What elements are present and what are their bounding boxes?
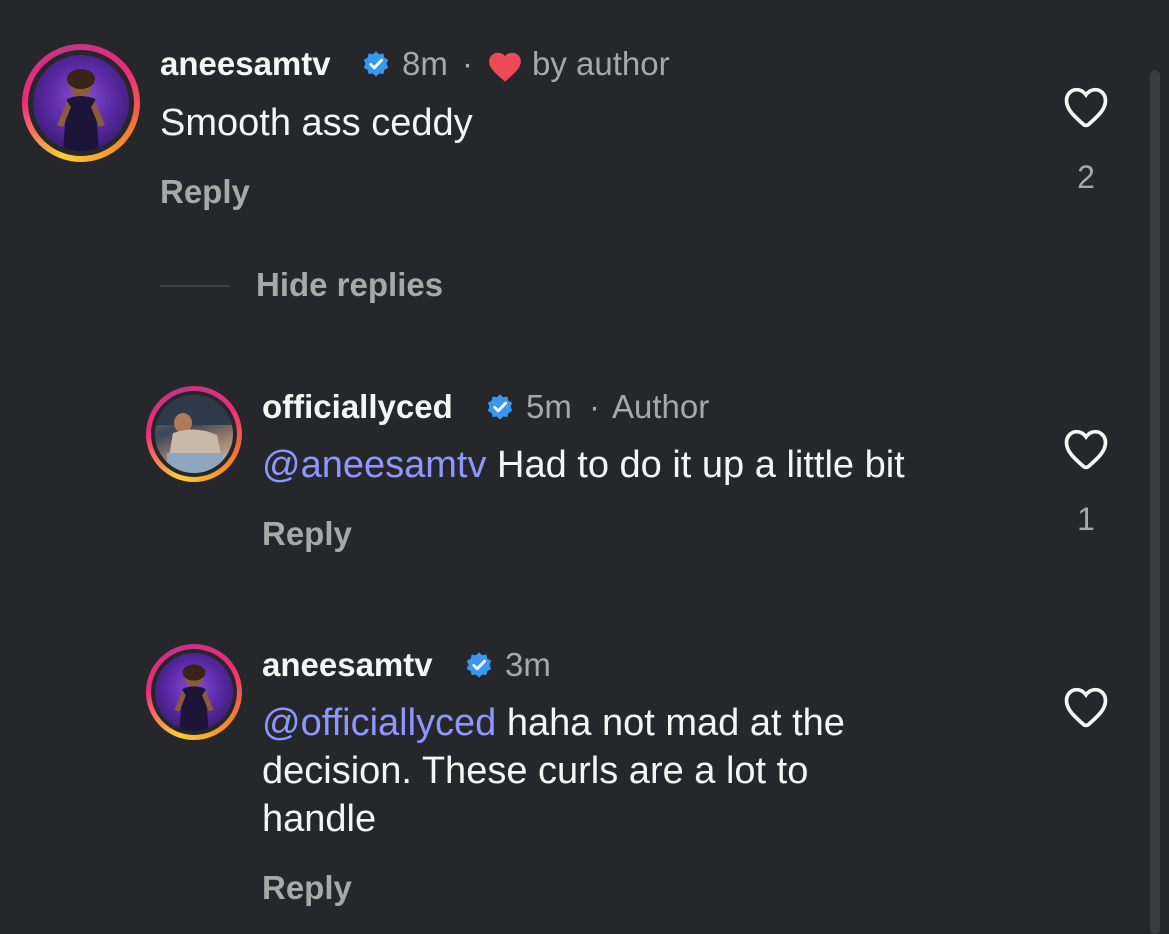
mention-link[interactable]: @aneesamtv	[262, 444, 486, 486]
author-badge: Author	[612, 388, 710, 425]
meta-separator: ·	[589, 388, 600, 425]
verified-badge-icon	[487, 394, 513, 420]
verified-badge-icon	[466, 652, 492, 678]
like-count: 1	[1077, 501, 1095, 537]
comment-text: Smooth ass ceddy	[160, 102, 473, 144]
replies-divider	[160, 285, 230, 287]
comment-username[interactable]: aneesamtv	[160, 44, 331, 84]
avatar-figure	[57, 69, 105, 151]
reply-body: haha not mad at the	[496, 702, 845, 744]
like-count: 2	[1077, 159, 1095, 195]
reply-timestamp: 5m	[526, 388, 572, 425]
meta-separator: ·	[462, 45, 473, 82]
reply-text: @aneesamtv Had to do it up a little bit	[262, 441, 905, 489]
avatar-figure	[155, 395, 233, 473]
reply-text-line-2: decision. These curls are a lot to	[262, 750, 809, 792]
reply-username[interactable]: officiallyced	[262, 387, 453, 427]
reply-text-line-3: handle	[262, 798, 377, 840]
reply-body: Had to do it up a little bit	[486, 444, 905, 486]
reply-username[interactable]: aneesamtv	[262, 645, 433, 685]
heart-outline-icon[interactable]	[1060, 423, 1112, 475]
mention-link[interactable]: @officiallyced	[262, 702, 496, 744]
avatar[interactable]	[155, 653, 233, 731]
heart-filled-icon	[489, 52, 521, 82]
reply-timestamp: 3m	[505, 646, 551, 683]
reply-button[interactable]: Reply	[262, 514, 352, 554]
heart-outline-icon[interactable]	[1060, 81, 1112, 133]
hide-replies-button[interactable]: Hide replies	[256, 265, 443, 305]
comment-timestamp: 8m	[402, 45, 448, 82]
avatar-figure	[174, 664, 214, 731]
reply-button[interactable]: Reply	[160, 172, 250, 212]
avatar[interactable]	[155, 395, 233, 473]
reply-button[interactable]: Reply	[262, 868, 352, 908]
scrollbar[interactable]	[1150, 70, 1160, 934]
verified-badge-icon	[363, 51, 389, 77]
reply-text-line-1: @officiallyced haha not mad at the	[262, 699, 845, 747]
heart-outline-icon[interactable]	[1060, 681, 1112, 733]
liked-by-author-label: by author	[532, 45, 670, 82]
avatar[interactable]	[33, 55, 129, 151]
